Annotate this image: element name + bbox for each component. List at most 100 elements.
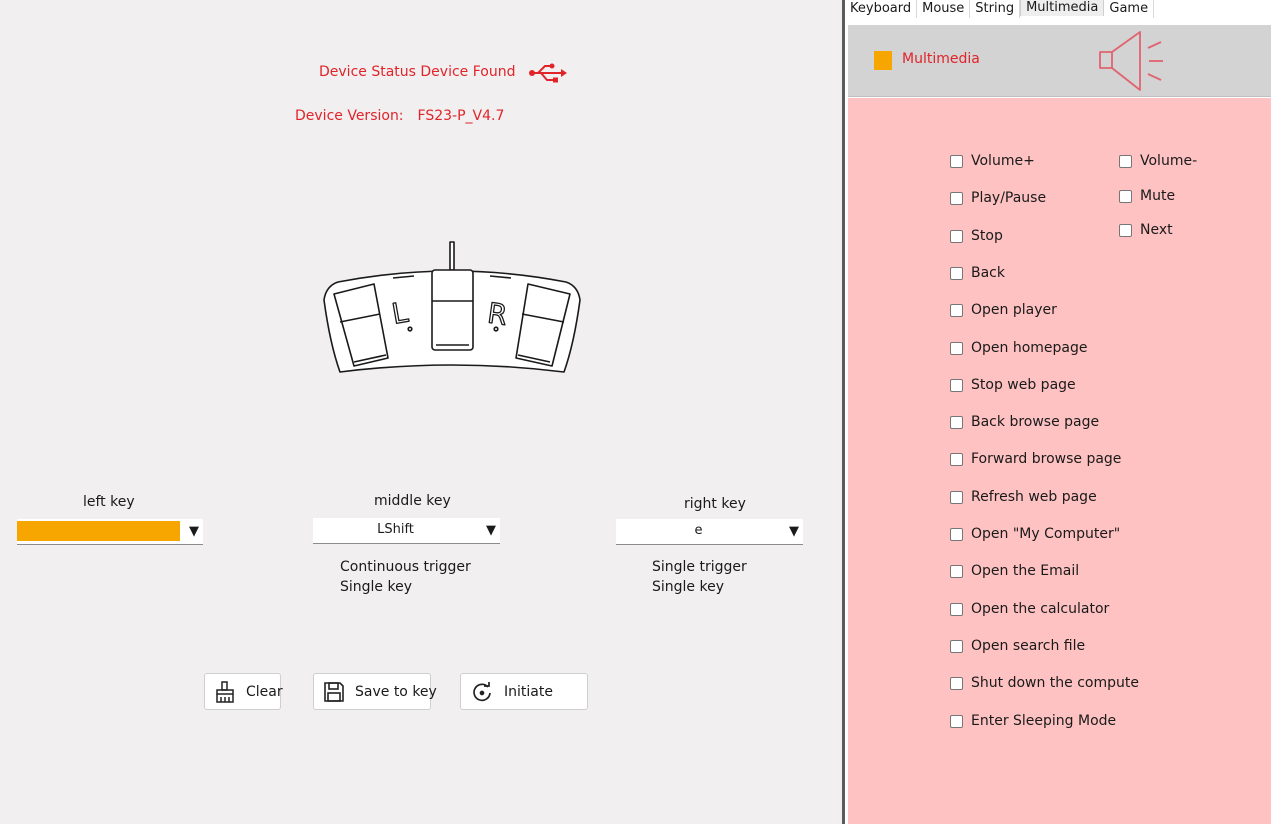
- checkbox-open-player[interactable]: Open player: [950, 302, 1057, 318]
- device-version-value: FS23-P_V4.7: [417, 108, 505, 124]
- checkbox-sleeping-mode[interactable]: Enter Sleeping Mode: [950, 713, 1116, 729]
- middle-key-mode: Continuous trigger Single key: [340, 557, 471, 597]
- chevron-down-icon[interactable]: ▼: [789, 523, 799, 541]
- checkbox[interactable]: [950, 378, 963, 392]
- checkbox-open-calculator[interactable]: Open the calculator: [950, 601, 1109, 617]
- chevron-down-icon[interactable]: ▼: [189, 523, 199, 541]
- checkbox-stop[interactable]: Stop: [950, 228, 1003, 244]
- clear-button[interactable]: Clear: [204, 673, 283, 710]
- middle-key-key-mode: Single key: [340, 579, 412, 595]
- checkbox[interactable]: [1119, 189, 1132, 203]
- checkbox[interactable]: [950, 229, 963, 243]
- right-key-label: right key: [684, 496, 746, 512]
- checkbox[interactable]: [950, 490, 963, 504]
- initiate-button[interactable]: Initiate: [460, 673, 588, 710]
- usb-icon: [529, 63, 567, 83]
- checkbox-label: Open the calculator: [971, 601, 1110, 617]
- mode-tabs: Keyboard Mouse String Multimedia Game: [845, 0, 1271, 18]
- right-key-trigger-mode: Single trigger: [652, 559, 747, 575]
- checkbox[interactable]: [1119, 154, 1132, 168]
- checkbox[interactable]: [950, 154, 963, 168]
- speaker-icon: [1099, 31, 1163, 91]
- tab-keyboard[interactable]: Keyboard: [845, 0, 918, 18]
- initiate-button-label: Initiate: [504, 683, 553, 700]
- left-key-value: [17, 519, 181, 543]
- checkbox-label: Open player: [971, 302, 1057, 318]
- checkbox-mute[interactable]: Mute: [1119, 188, 1175, 204]
- checkbox-back-browse-page[interactable]: Back browse page: [950, 414, 1099, 430]
- checkbox-open-homepage[interactable]: Open homepage: [950, 340, 1088, 356]
- checkbox[interactable]: [950, 676, 963, 690]
- right-key-select[interactable]: e ▼: [616, 519, 803, 545]
- checkbox-shut-down[interactable]: Shut down the compute: [950, 675, 1139, 691]
- checkbox-next[interactable]: Next: [1119, 222, 1173, 238]
- checkbox-forward-browse-page[interactable]: Forward browse page: [950, 451, 1121, 467]
- checkbox-open-search-file[interactable]: Open search file: [950, 638, 1085, 654]
- checkbox[interactable]: [950, 639, 963, 653]
- right-key-value: e: [694, 523, 703, 538]
- checkbox-label: Volume+: [971, 153, 1035, 169]
- checkbox-label: Refresh web page: [971, 489, 1097, 505]
- device-version: Device Version: FS23-P_V4.7: [295, 108, 504, 124]
- tab-mouse[interactable]: Mouse: [917, 0, 971, 18]
- tab-string[interactable]: String: [970, 0, 1021, 18]
- checkbox-label: Forward browse page: [971, 451, 1122, 467]
- checkbox-label: Open the Email: [971, 563, 1080, 579]
- tab-multimedia[interactable]: Multimedia: [1020, 0, 1105, 16]
- multimedia-title: Multimedia: [902, 51, 980, 67]
- left-key-label: left key: [83, 494, 135, 510]
- checkbox-label: Shut down the compute: [971, 675, 1139, 691]
- brush-icon: [214, 680, 236, 704]
- right-key-key-mode: Single key: [652, 579, 724, 595]
- save-to-key-button-label: Save to key: [355, 683, 437, 700]
- checkbox-volume-down[interactable]: Volume-: [1119, 153, 1197, 169]
- checkbox-open-my-computer[interactable]: Open "My Computer": [950, 526, 1120, 542]
- checkbox[interactable]: [950, 564, 963, 578]
- checkbox-label: Open "My Computer": [971, 526, 1121, 542]
- checkbox-label: Stop web page: [971, 377, 1076, 393]
- floppy-disk-icon: [323, 680, 345, 704]
- checkbox[interactable]: [950, 602, 963, 616]
- checkbox-label: Stop: [971, 228, 1003, 244]
- left-key-select[interactable]: ▼: [17, 519, 203, 545]
- right-key-mode: Single trigger Single key: [652, 557, 747, 597]
- checkbox-open-email[interactable]: Open the Email: [950, 563, 1079, 579]
- foot-pedal-illustration: L R: [323, 241, 581, 373]
- checkbox[interactable]: [950, 452, 963, 466]
- checkbox-label: Play/Pause: [971, 190, 1047, 206]
- checkbox-volume-up[interactable]: Volume+: [950, 153, 1035, 169]
- checkbox-label: Mute: [1140, 188, 1176, 204]
- checkbox-play-pause[interactable]: Play/Pause: [950, 190, 1046, 206]
- middle-key-select[interactable]: LShift ▼: [313, 518, 500, 544]
- save-to-key-button[interactable]: Save to key: [313, 673, 437, 710]
- refresh-icon: [470, 680, 494, 704]
- checkbox-label: Open homepage: [971, 340, 1088, 356]
- checkbox-label: Back browse page: [971, 414, 1100, 430]
- checkbox-refresh-web-page[interactable]: Refresh web page: [950, 489, 1097, 505]
- checkbox[interactable]: [1119, 223, 1132, 237]
- checkbox[interactable]: [950, 341, 963, 355]
- checkbox[interactable]: [950, 527, 963, 541]
- device-status-text: Device Status Device Found: [319, 64, 516, 80]
- multimedia-color-indicator: [874, 51, 892, 70]
- checkbox[interactable]: [950, 714, 963, 728]
- checkbox-stop-web-page[interactable]: Stop web page: [950, 377, 1076, 393]
- checkbox-label: Volume-: [1140, 153, 1198, 169]
- checkbox[interactable]: [950, 303, 963, 317]
- checkbox-label: Open search file: [971, 638, 1086, 654]
- middle-key-label: middle key: [374, 493, 451, 509]
- chevron-down-icon[interactable]: ▼: [486, 522, 496, 540]
- checkbox-back[interactable]: Back: [950, 265, 1005, 281]
- device-version-label: Device Version:: [295, 108, 404, 124]
- checkbox[interactable]: [950, 415, 963, 429]
- clear-button-label: Clear: [246, 683, 283, 700]
- checkbox-label: Back: [971, 265, 1005, 281]
- checkbox-label: Next: [1140, 222, 1173, 238]
- middle-key-value: LShift: [377, 522, 414, 537]
- checkbox[interactable]: [950, 266, 963, 280]
- tab-game[interactable]: Game: [1104, 0, 1155, 18]
- checkbox-label: Enter Sleeping Mode: [971, 713, 1117, 729]
- multimedia-header: Multimedia: [848, 25, 1271, 97]
- checkbox[interactable]: [950, 191, 963, 205]
- middle-key-trigger-mode: Continuous trigger: [340, 559, 471, 575]
